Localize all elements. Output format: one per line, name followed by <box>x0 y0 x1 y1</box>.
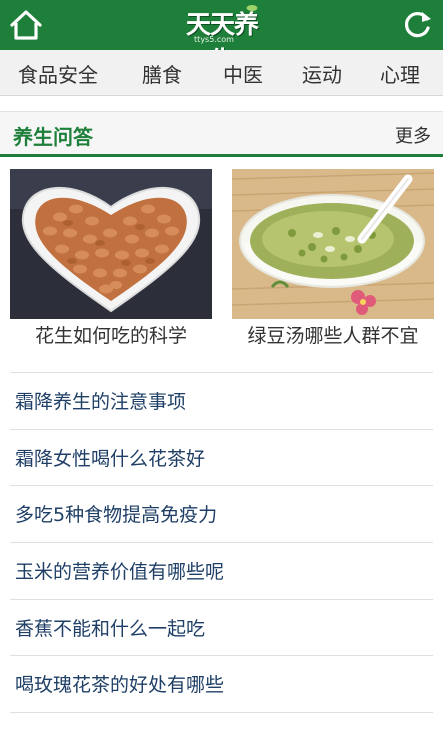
list-item[interactable]: 多吃5种食物提高免疫力 <box>10 485 433 542</box>
home-icon[interactable] <box>8 8 44 42</box>
article-title[interactable]: 霜降养生的注意事项 <box>15 387 186 414</box>
category-nav: 食品安全 膳食 中医 运动 心理 <box>0 50 443 96</box>
article-title[interactable]: 喝玫瑰花茶的好处有哪些 <box>15 670 224 697</box>
article-list: 霜降养生的注意事项 霜降女性喝什么花茶好 多吃5种食物提高免疫力 玉米的营养价值… <box>0 372 443 732</box>
section-title: 养生问答 <box>13 125 93 149</box>
featured-caption[interactable]: 花生如何吃的科学 <box>10 321 212 348</box>
article-title[interactable]: 香蕉不能和什么一起吃 <box>15 614 205 641</box>
article-title[interactable]: 玉米的营养价值有哪些呢 <box>15 557 224 584</box>
site-url: ttys5.com <box>194 35 234 44</box>
nav-item-psychology[interactable]: 心理 <box>380 59 420 88</box>
nav-item-diet[interactable]: 膳食 <box>142 59 182 88</box>
list-item[interactable]: 霜降女性喝什么花茶好 <box>10 428 433 486</box>
site-logo[interactable]: 天天养生 ttys5.com <box>182 2 262 75</box>
list-item[interactable]: 霜降养生的注意事项 <box>10 372 433 429</box>
mung-bean-soup-image[interactable] <box>232 169 434 319</box>
top-bar: 天天养生 ttys5.com <box>0 0 443 75</box>
peanuts-image[interactable] <box>10 169 212 319</box>
article-title[interactable]: 多吃5种食物提高免疫力 <box>15 500 217 527</box>
list-item[interactable]: 喝玫瑰花茶的好处有哪些 <box>10 655 433 712</box>
more-link[interactable]: 更多 <box>395 122 431 148</box>
featured-card-mung-bean-soup[interactable]: 绿豆汤哪些人群不宜 <box>232 169 434 348</box>
featured-caption[interactable]: 绿豆汤哪些人群不宜 <box>232 321 434 348</box>
featured-card-peanuts[interactable]: 花生如何吃的科学 <box>10 169 212 348</box>
list-item[interactable]: 玉米的营养价值有哪些呢 <box>10 542 433 599</box>
article-title[interactable]: 霜降女性喝什么花茶好 <box>15 444 205 471</box>
list-item[interactable]: 香蕉不能和什么一起吃 <box>10 598 433 656</box>
spacer <box>0 97 443 111</box>
nav-item-tcm[interactable]: 中医 <box>223 59 263 88</box>
section-header: 养生问答 更多 <box>0 111 443 157</box>
nav-item-exercise[interactable]: 运动 <box>302 59 342 88</box>
refresh-icon[interactable] <box>400 8 434 42</box>
leaf-icon <box>246 5 258 11</box>
nav-item-food-safety[interactable]: 食品安全 <box>18 59 98 88</box>
list-divider <box>10 712 433 732</box>
